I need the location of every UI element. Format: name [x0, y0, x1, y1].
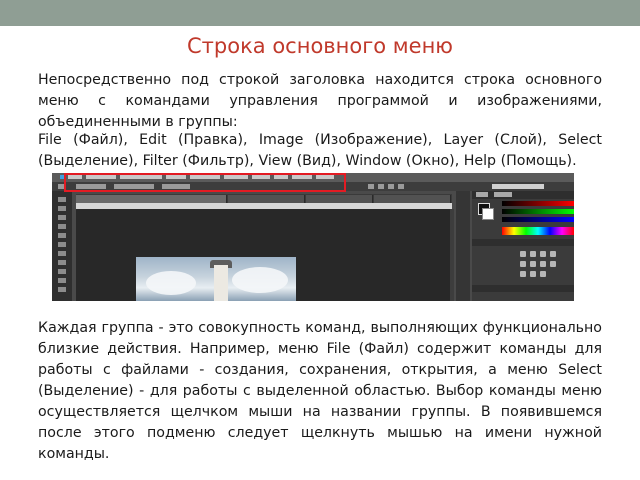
panel-tab: [476, 192, 488, 197]
move-tool-icon: [58, 197, 66, 202]
color-panel-tabs: [472, 191, 574, 199]
document-canvas: [76, 209, 452, 301]
marquee-tool-icon: [58, 206, 66, 211]
adjustment-icon: [550, 251, 556, 257]
brush-tool-icon: [58, 251, 66, 256]
background-color-swatch: [482, 208, 494, 220]
gradient-tool-icon: [58, 278, 66, 283]
vertical-scrollbar: [450, 209, 454, 301]
magic-wand-tool-icon: [58, 224, 66, 229]
crop-tool-icon: [58, 233, 66, 238]
workspace-select: [492, 184, 544, 189]
adjustment-icon: [540, 251, 546, 257]
panel-tab: [494, 192, 512, 197]
adjustment-icon: [530, 261, 536, 267]
paragraph-explanation: Каждая группа - это совокупность команд,…: [38, 320, 602, 462]
blue-slider: [502, 217, 574, 222]
eraser-tool-icon: [58, 269, 66, 274]
adjustment-icon: [540, 271, 546, 277]
color-spectrum: [502, 227, 574, 235]
document-tab: [374, 195, 451, 203]
paragraph-intro: Непосредственно под строкой заголовка на…: [38, 72, 602, 130]
document-tab: [228, 195, 305, 203]
align-icon: [398, 184, 404, 189]
align-icon: [378, 184, 384, 189]
green-slider: [502, 209, 574, 214]
adjustment-icon: [530, 271, 536, 277]
lasso-tool-icon: [58, 215, 66, 220]
pen-tool-icon: [58, 287, 66, 292]
right-panels: [472, 191, 574, 301]
adjustment-icon: [540, 261, 546, 267]
document-tab: [76, 195, 227, 203]
paragraph-menu-groups: File (Файл), Edit (Правка), Image (Изобр…: [38, 132, 602, 169]
tools-panel: [52, 191, 72, 301]
document-tab: [306, 195, 373, 203]
lighthouse-photo: [136, 257, 296, 301]
slide-top-bar: [0, 0, 640, 26]
slide-title: Строка основного меню: [187, 34, 453, 58]
panel-icons-strip: [456, 191, 470, 301]
layers-panel-tabs: [472, 285, 574, 292]
lighthouse-tower-shape: [214, 265, 228, 301]
adjustment-icon: [550, 261, 556, 267]
adjustment-icon: [520, 261, 526, 267]
menu-bar-highlight-frame: [64, 173, 346, 192]
cloud-shape: [146, 271, 196, 295]
adjustment-icon: [530, 251, 536, 257]
photoshop-screenshot: [52, 173, 574, 301]
cloud-shape: [232, 267, 288, 293]
red-slider: [502, 201, 574, 206]
adjustments-panel-tabs: [472, 239, 574, 246]
eyedropper-tool-icon: [58, 242, 66, 247]
adjustment-icon: [520, 271, 526, 277]
stamp-tool-icon: [58, 260, 66, 265]
adjustment-icon: [520, 251, 526, 257]
document-tabs: [76, 194, 452, 203]
align-icon: [368, 184, 374, 189]
align-icon: [388, 184, 394, 189]
